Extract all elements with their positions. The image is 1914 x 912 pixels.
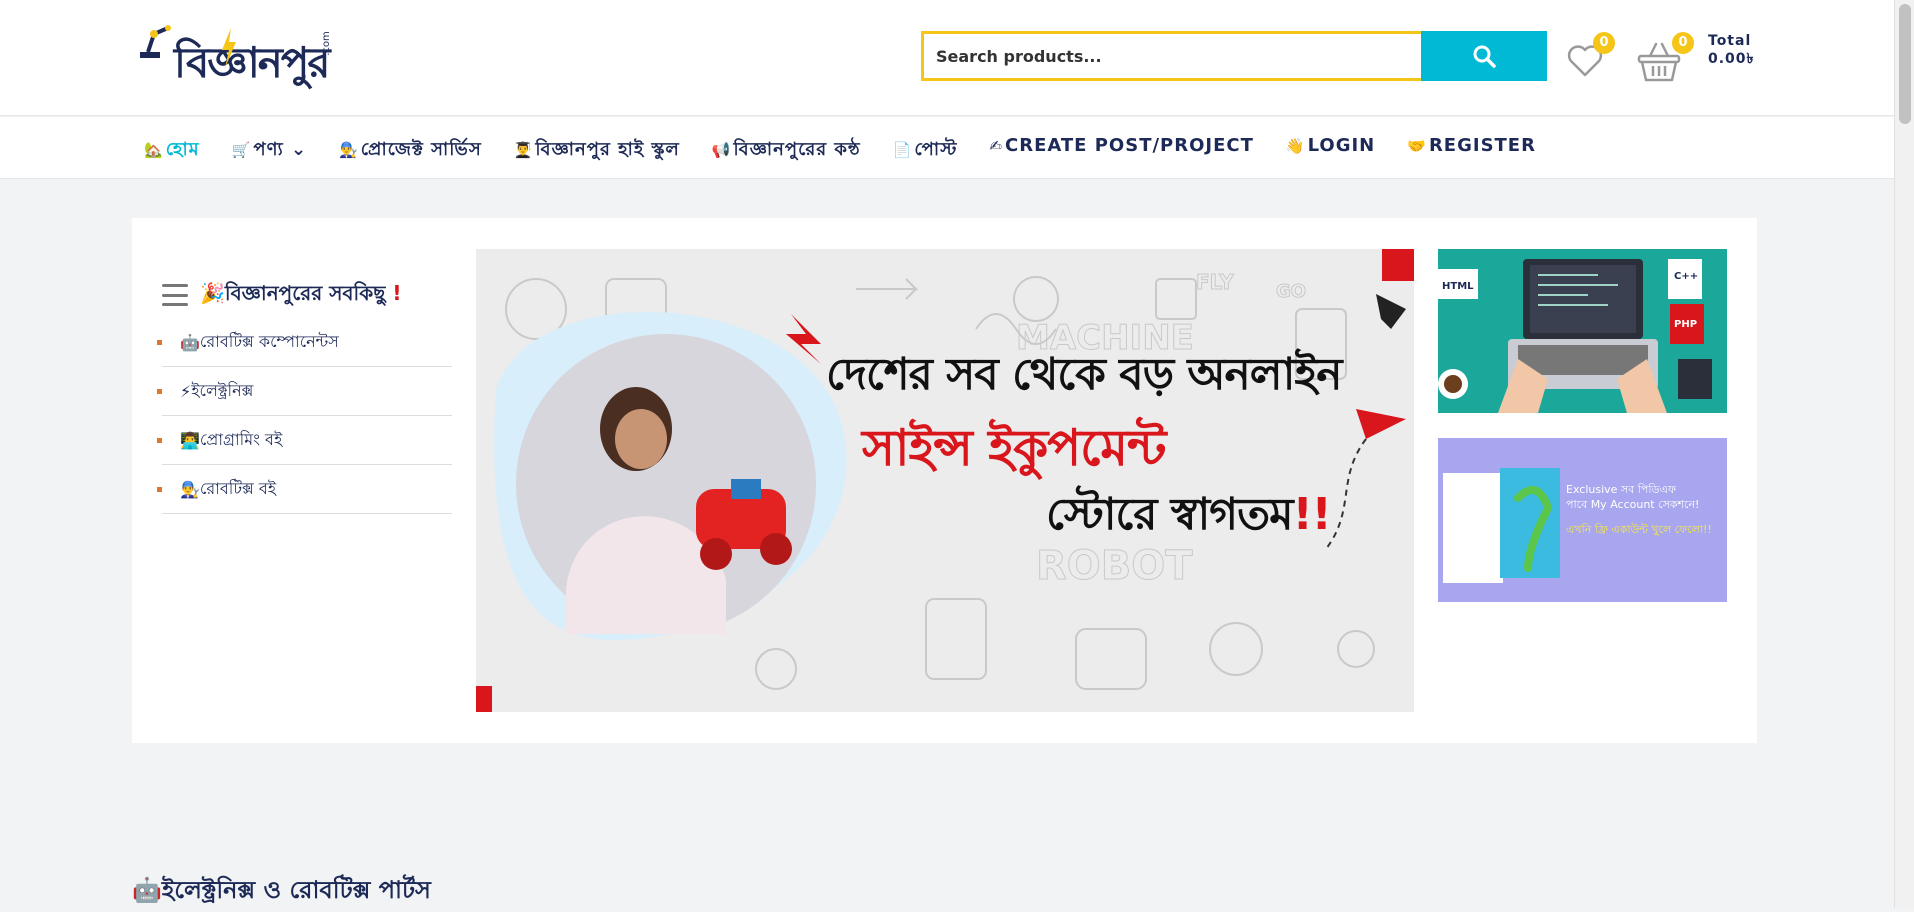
wishlist-count-badge: 0 (1593, 32, 1615, 54)
category-menu-title: 🎉বিজ্ঞানপুরের সবকিছু ! (200, 280, 402, 305)
cart-total-label: Total (1708, 33, 1752, 49)
wishlist-button[interactable]: 0 (1565, 32, 1615, 80)
logo-text: বিজ্ঞানপুর (174, 38, 330, 87)
technologist-icon: 👨‍💻 (180, 430, 200, 450)
search-button[interactable] (1421, 31, 1547, 81)
category-item-robotics-books[interactable]: 👨‍🔧 রোবটিক্স বই (157, 465, 452, 514)
hero-banner[interactable]: FLY GO MACHINE ROBOT দেশের সব থেকে বড় অ… (476, 249, 1414, 712)
nav-item-project-service[interactable]: 👨‍🔧 প্রোজেক্ট সার্ভিস (339, 135, 482, 166)
cart-total-value: 0.00৳ (1708, 51, 1755, 67)
lightning-icon: ⚡ (180, 381, 192, 401)
nav-item-label: বিজ্ঞানপুর হাই স্কুল (535, 139, 680, 160)
megaphone-icon: 📢 (711, 141, 732, 159)
category-item-electronics[interactable]: ⚡ ইলেক্ট্রনিক্স (157, 367, 452, 416)
nav-item-products[interactable]: 🛒 পণ্য ⌄ (232, 135, 307, 166)
waving-hand-icon: 👋 (1285, 137, 1306, 155)
category-menu-header[interactable]: 🎉বিজ্ঞানপুরের সবকিছু ! (162, 280, 452, 310)
category-item-robotics-components[interactable]: 🤖 রোবটিক্স কম্পোনেন্টস (157, 318, 452, 367)
nav-item-label: LOGIN (1307, 135, 1376, 156)
bg-word-fly: FLY (1196, 270, 1234, 294)
banner-exclamation: !! (1292, 489, 1332, 540)
nav-item-label: পণ্য ⌄ (253, 139, 308, 160)
pdf-side-banner[interactable]: Exclusive সব পিডিএফ পাবে My Account সেকশ… (1438, 438, 1727, 602)
nav-item-label: হোম (165, 139, 200, 160)
lightning-icon (222, 28, 236, 68)
hero-section: 🎉বিজ্ঞানপুরের সবকিছু ! 🤖 রোবটিক্স কম্পোনে… (132, 218, 1757, 743)
mechanic-icon: 👨‍🔧 (339, 141, 359, 159)
section-title: 🤖ইলেক্ট্রনিক্স ও রোবটিক্স পার্টস (132, 876, 431, 904)
svg-text:C++: C++ (1674, 271, 1698, 282)
category-item-label: ইলেক্ট্রনিক্স (191, 380, 254, 400)
nav-item-label: CREATE POST/PROJECT (1005, 135, 1254, 156)
nav-item-login[interactable]: 👋 LOGIN (1286, 135, 1375, 166)
nav-item-register[interactable]: 🤝 REGISTER (1407, 135, 1536, 166)
coding-side-banner[interactable]: HTML C++ PHP (1438, 249, 1727, 413)
search-input[interactable] (921, 31, 1421, 81)
cart-icon: 🛒 (231, 141, 252, 159)
party-popper-icon: 🎉 (200, 280, 225, 305)
handshake-icon: 🤝 (1407, 137, 1427, 155)
category-item-label: রোবটিক্স বই (199, 478, 277, 498)
writing-hand-icon: ✍ (989, 137, 1003, 155)
svg-text:HTML: HTML (1442, 281, 1474, 292)
pdf-banner-text: Exclusive সব পিডিএফ পাবে My Account সেকশ… (1566, 483, 1712, 536)
nav-item-label: প্রোজেক্ট সার্ভিস (360, 139, 482, 160)
bg-word-go: GO (1276, 281, 1306, 302)
category-item-programming-books[interactable]: 👨‍💻 প্রোগ্রামিং বই (157, 416, 452, 465)
svg-text:PHP: PHP (1674, 319, 1697, 330)
logo-suffix: .com (320, 31, 332, 56)
category-item-label: প্রোগ্রামিং বই (199, 429, 283, 449)
nav-item-label: REGISTER (1428, 135, 1536, 156)
cart-total[interactable]: Total 0.00৳ (1708, 32, 1755, 68)
robot-icon: 🤖 (180, 332, 200, 352)
cart-count-badge: 0 (1672, 32, 1694, 54)
search-icon (1473, 45, 1496, 68)
robot-arm-icon (140, 25, 171, 58)
search-bar (921, 31, 1547, 81)
nav-item-voice[interactable]: 📢 বিজ্ঞানপুরের কন্ঠ (712, 135, 861, 166)
site-logo[interactable]: বিজ্ঞানপুর .com (136, 18, 332, 88)
banner-headline-3: স্টোরে স্বাগতম!! (1046, 489, 1332, 540)
document-icon: 📄 (892, 141, 913, 159)
nav-item-label: বিজ্ঞানপুরের কন্ঠ (733, 139, 861, 160)
category-item-label: রোবটিক্স কম্পোনেন্টস (199, 331, 339, 351)
main-navigation: 🏡 হোম 🛒 পণ্য ⌄ 👨‍🔧 প্রোজেক্ট সার্ভিস 👨‍🎓 বিজ… (0, 117, 1894, 179)
exclamation-mark: ! (392, 280, 402, 305)
mechanic-icon: 👨‍🔧 (180, 479, 200, 499)
cart-button[interactable]: 0 (1636, 32, 1694, 84)
page-scrollbar[interactable] (1894, 0, 1914, 908)
banner-headline-1: দেশের সব থেকে বড় অনলাইন (826, 349, 1342, 400)
nav-item-create-post[interactable]: ✍ CREATE POST/PROJECT (989, 135, 1253, 166)
nav-item-posts[interactable]: 📄 পোস্ট (893, 135, 958, 166)
house-icon: 🏡 (144, 141, 164, 159)
nav-item-high-school[interactable]: 👨‍🎓 বিজ্ঞানপুর হাই স্কুল (514, 135, 680, 166)
nav-item-home[interactable]: 🏡 হোম (144, 135, 200, 166)
site-header: বিজ্ঞানপুর .com 0 0 Tot (0, 0, 1894, 116)
scrollbar-thumb[interactable] (1899, 4, 1911, 124)
robot-icon: 🤖 (132, 876, 162, 904)
nav-item-label: পোস্ট (914, 139, 958, 160)
hamburger-icon (162, 284, 188, 306)
laptop-illustration: HTML C++ PHP (1438, 259, 1712, 413)
student-icon: 👨‍🎓 (513, 141, 534, 159)
category-menu: 🎉বিজ্ঞানপুরের সবকিছু ! 🤖 রোবটিক্স কম্পোনে… (157, 280, 452, 514)
